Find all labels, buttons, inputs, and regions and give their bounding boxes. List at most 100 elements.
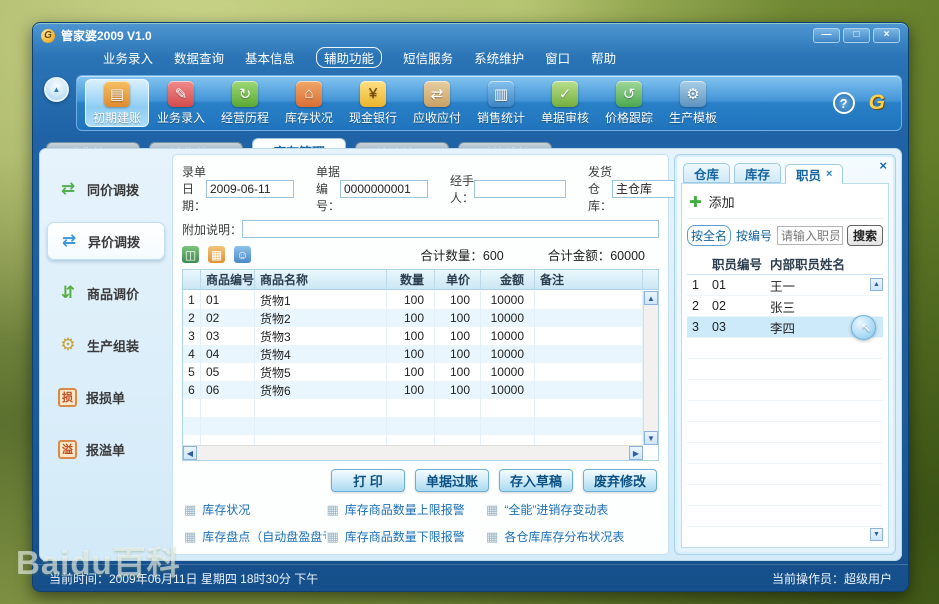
toolbar-item-production-template[interactable]: ⚙ 生产模板 [661,79,725,127]
menu-item-basic-info[interactable]: 基本信息 [245,48,295,67]
table-row[interactable]: 505货物510010010000 [183,363,643,381]
toolbar-item-cash-bank[interactable]: ¥ 现金银行 [341,79,405,127]
date-input[interactable] [206,180,294,198]
sidebar-item-loss-report[interactable]: 损 报损单 [47,378,165,416]
toolbar-item-initial-setup[interactable]: ▤ 初期建账 [85,79,149,127]
scroll-up-icon[interactable]: ▲ [870,278,883,291]
save-draft-button[interactable]: 存入草稿 [499,469,573,492]
action-buttons: 打 印 单据过账 存入草稿 废弃修改 [184,469,657,492]
report-grid-icon: ▦ [326,529,338,545]
close-button[interactable]: × [873,28,900,43]
employee-row[interactable]: 202张三 [687,296,883,317]
toolbar-item-label: 应收应付 [413,109,461,126]
panel-close-icon[interactable]: × [879,158,887,173]
employee-row[interactable]: 101王一 [687,275,883,296]
empty-row[interactable] [687,380,883,401]
calendar-icon[interactable]: ▦ [208,246,225,263]
sidebar-item-overflow-report[interactable]: 溢 报溢单 [47,430,165,468]
employee-search-input[interactable] [777,226,843,245]
table-row[interactable]: 303货物310010010000 [183,327,643,345]
link-stocktaking[interactable]: ▦ 库存盘点（自动盘盈盘亏） [184,528,326,545]
post-document-button[interactable]: 单据过账 [415,469,489,492]
help-icon[interactable]: ? [833,92,855,114]
toolbar-item-receivable-payable[interactable]: ⇄ 应收应付 [405,79,469,127]
sidebar-item-price-adjust[interactable]: ⇵ 商品调价 [47,274,165,312]
link-stock-status[interactable]: ▦ 库存状况 [184,501,326,518]
link-stock-lower-limit-alert[interactable]: ▦ 库存商品数量下限报警 [326,528,486,545]
maximize-button[interactable]: □ [843,28,870,43]
handler-input[interactable] [474,180,566,198]
collapse-toolbar-button[interactable]: ▲ [44,77,69,102]
sidebar-item-label: 报损单 [86,388,125,407]
employee-search-row: 按全名 按编号 搜索 [687,219,883,253]
empty-row[interactable] [687,422,883,443]
empty-row[interactable] [183,417,643,435]
scroll-right-icon[interactable]: ▶ [629,446,643,460]
search-button[interactable]: 搜索 [847,225,883,246]
note-input[interactable] [242,220,659,238]
table-row[interactable]: 606货物610010010000 [183,381,643,399]
discard-changes-button[interactable]: 废弃修改 [583,469,657,492]
tab-close-icon[interactable]: × [826,168,832,180]
sidebar-item-diff-price-transfer[interactable]: ⇄ 异价调拨 [47,222,165,260]
print-button[interactable]: 打 印 [331,469,405,492]
table-row[interactable]: 101货物110010010000 [183,291,643,309]
empty-row[interactable] [687,359,883,380]
link-stock-upper-limit-alert[interactable]: ▦ 库存商品数量上限报警 [326,501,486,518]
empty-row[interactable] [183,399,643,417]
table-row[interactable]: 202货物210010010000 [183,309,643,327]
add-employee-button[interactable]: ✚ 添加 [687,188,883,219]
toolbar-item-stock-status[interactable]: ⌂ 库存状况 [277,79,341,127]
empty-row[interactable] [687,338,883,359]
sidebar-item-same-price-transfer[interactable]: ⇄ 同价调拨 [47,170,165,208]
employee-row-selected[interactable]: 303李四 ↖ [687,317,883,338]
menu-item-auxiliary[interactable]: 辅助功能 [316,47,382,68]
toolbar-item-doc-audit[interactable]: ✓ 单据审核 [533,79,597,127]
tab-stock[interactable]: 库存 [734,163,781,183]
empty-row[interactable] [687,443,883,464]
filter-by-code[interactable]: 按编号 [735,226,773,245]
employee-icon[interactable]: ☺ [234,246,251,263]
horizontal-scrollbar[interactable]: ◀ ▶ [183,445,643,460]
empty-row[interactable] [183,435,643,445]
table-row[interactable]: 404货物410010010000 [183,345,643,363]
gears-icon: ⚙ [680,81,706,107]
minimize-button[interactable]: — [813,28,840,43]
scroll-left-icon[interactable]: ◀ [183,446,197,460]
menu-item-window[interactable]: 窗口 [545,48,570,67]
toolbar-item-price-tracking[interactable]: ↺ 价格跟踪 [597,79,661,127]
tab-employee[interactable]: 职员 × [785,164,843,184]
handler-group: 经手人： [450,172,566,206]
sidebar-item-production-assembly[interactable]: ⚙ 生产组装 [47,326,165,364]
menu-item-system-maintenance[interactable]: 系统维护 [474,48,524,67]
toolbar-item-sales-stats[interactable]: ▥ 销售统计 [469,79,533,127]
toolbar-item-business-history[interactable]: ↻ 经营历程 [213,79,277,127]
report-grid-icon: ▦ [184,502,196,518]
warehouse-building-icon[interactable]: ◫ [182,246,199,263]
link-omni-flow-report[interactable]: ▦ “全能”进销存变动表 [486,501,657,518]
menubar: 业务录入 数据查询 基本信息 辅助功能 短信服务 系统维护 窗口 帮助 [33,45,908,72]
yuan-coin-icon: ¥ [360,81,386,107]
menu-item-business-entry[interactable]: 业务录入 [103,48,153,67]
col-note: 备注 [535,270,643,289]
menu-item-data-query[interactable]: 数据查询 [174,48,224,67]
filter-by-fullname[interactable]: 按全名 [687,225,731,246]
link-warehouse-distribution-report[interactable]: ▦ 各仓库库存分布状况表 [486,528,657,545]
toolbar-item-business-entry[interactable]: ✎ 业务录入 [149,79,213,127]
scroll-down-icon[interactable]: ▼ [644,431,658,445]
empty-row[interactable] [687,485,883,506]
menu-item-sms[interactable]: 短信服务 [403,48,453,67]
tab-warehouse[interactable]: 仓库 [683,163,730,183]
vertical-scrollbar[interactable]: ▲ ▼ [643,291,658,445]
check-doc-icon: ✓ [552,81,578,107]
empty-row[interactable] [687,464,883,485]
menu-item-help[interactable]: 帮助 [591,48,616,67]
warehouse-house-icon: ⌂ [296,81,322,107]
doc-number-input[interactable] [340,180,428,198]
empty-row[interactable] [687,527,883,543]
empty-row[interactable] [687,506,883,527]
empty-row[interactable] [687,401,883,422]
scroll-down-icon[interactable]: ▼ [870,528,883,541]
cursor-pointer-icon: ↖ [851,315,876,340]
scroll-up-icon[interactable]: ▲ [644,291,658,305]
